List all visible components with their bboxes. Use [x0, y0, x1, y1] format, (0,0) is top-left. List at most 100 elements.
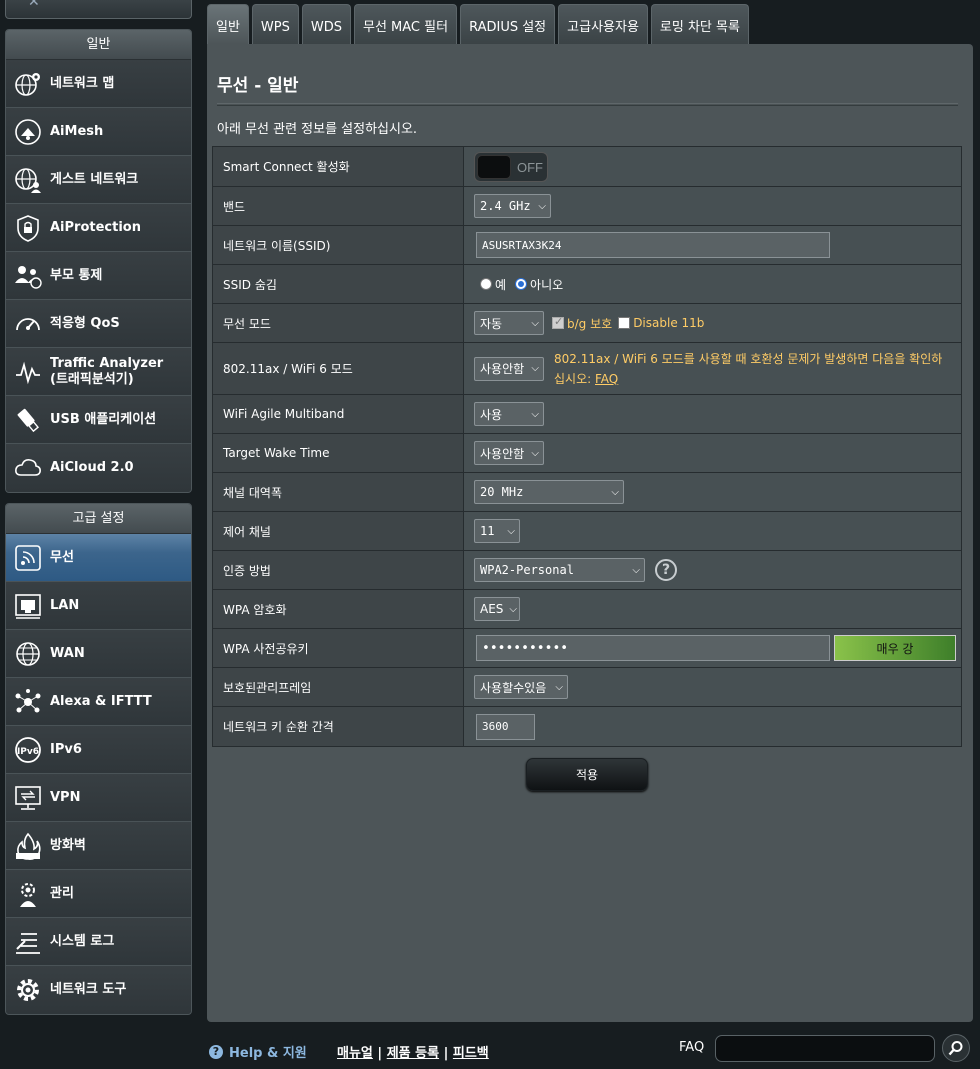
sidebar-item-label: AiProtection [50, 219, 141, 235]
feedback-link[interactable]: 피드백 [453, 1046, 489, 1061]
auth-method-select[interactable]: WPA2-Personal ⌵ [474, 558, 645, 582]
ssid-input[interactable]: ASUSRTAX3K24 [476, 232, 830, 258]
help-icon: ? [209, 1044, 223, 1059]
row-hide-ssid: SSID 숨김 예 아니오 [213, 265, 961, 304]
row-band: 밴드 2.4 GHz ⌵ [213, 187, 961, 226]
sidebar-item-label: USB 애플리케이션 [50, 411, 157, 427]
control-channel-select[interactable]: 11 ⌵ [474, 519, 520, 543]
hide-ssid-yes-radio[interactable] [480, 278, 492, 290]
sidebar-item-vpn[interactable]: VPN [6, 774, 191, 822]
sidebar-item-system-log[interactable]: 시스템 로그 [6, 918, 191, 966]
radio-label-yes: 예 [495, 277, 507, 292]
field-label: 보호된관리프레임 [213, 668, 464, 706]
select-value: 11 [480, 524, 495, 538]
chevron-down-icon: ⌵ [555, 681, 563, 693]
field-label: 제어 채널 [213, 512, 464, 550]
apply-button[interactable]: 적용 [526, 758, 648, 791]
row-bandwidth: 채널 대역폭 20 MHz ⌵ [213, 473, 961, 512]
sidebar-item-guest-network[interactable]: 게스트 네트워크 [6, 156, 191, 204]
help-label: Help & 지원 [229, 1046, 307, 1061]
product-registration-link[interactable]: 제품 등록 [387, 1046, 439, 1061]
sidebar-item-label: 적응형 QoS [50, 315, 120, 331]
twt-select[interactable]: 사용안함 ⌵ [474, 441, 544, 465]
sidebar-item-label: VPN [50, 789, 81, 805]
sidebar-item-adaptive-qos[interactable]: 적응형 QoS [6, 300, 191, 348]
ax-mode-select[interactable]: 사용안함 ⌵ [474, 356, 544, 381]
sidebar-item-network-map[interactable]: 네트워크 맵 [6, 60, 191, 108]
sidebar-item-network-tools[interactable]: 네트워크 도구 [6, 966, 191, 1014]
chevron-down-icon: ⌵ [632, 564, 640, 576]
agile-multiband-select[interactable]: 사용 ⌵ [474, 402, 544, 426]
wireless-mode-select[interactable]: 자동 ⌵ [474, 311, 544, 335]
tab-general[interactable]: 일반 [207, 4, 249, 44]
radio-label-no: 아니오 [530, 277, 564, 292]
vpn-monitor-icon [6, 774, 50, 822]
cloud-icon [6, 444, 50, 492]
sidebar-item-alexa-ifttt[interactable]: Alexa & IFTTT [6, 678, 191, 726]
row-wpa-encryption: WPA 암호화 AES ⌵ [213, 590, 961, 629]
key-rotation-input[interactable]: 3600 [476, 713, 535, 740]
sidebar-item-firewall[interactable]: 방화벽 [6, 822, 191, 870]
sidebar-item-label: 게스트 네트워크 [50, 171, 139, 187]
hide-ssid-no-radio[interactable] [515, 278, 528, 290]
sidebar-item-ipv6[interactable]: IPv6 IPv6 [6, 726, 191, 774]
bandwidth-select[interactable]: 20 MHz ⌵ [474, 480, 624, 504]
guest-globe-icon [6, 156, 50, 204]
footer: ? Help & 지원 매뉴얼 | 제품 등록 | 피드백 FAQ [207, 1030, 973, 1066]
tab-radius[interactable]: RADIUS 설정 [460, 4, 556, 44]
sidebar-item-aicloud[interactable]: AiCloud 2.0 [6, 444, 191, 492]
band-select[interactable]: 2.4 GHz ⌵ [474, 194, 551, 218]
sidebar-item-label: 무선 [50, 549, 74, 565]
tab-professional[interactable]: 고급사용자용 [558, 4, 648, 44]
chevron-down-icon: ⌵ [531, 408, 539, 420]
sidebar-item-aimesh[interactable]: AiMesh [6, 108, 191, 156]
tab-wds[interactable]: WDS [301, 4, 351, 44]
row-control-channel: 제어 채널 11 ⌵ [213, 512, 961, 551]
bg-protection-checkbox[interactable] [552, 315, 564, 329]
row-ssid: 네트워크 이름(SSID) ASUSRTAX3K24 [213, 226, 961, 265]
help-question-icon[interactable]: ? [655, 559, 677, 581]
sidebar-item-aiprotection[interactable]: AiProtection [6, 204, 191, 252]
footer-links: 매뉴얼 | 제품 등록 | 피드백 [337, 1042, 489, 1061]
smart-connect-toggle[interactable]: OFF [474, 151, 548, 182]
sidebar-item-label: AiMesh [50, 123, 104, 139]
sidebar-group-general: 일반 네트워크 맵 AiMesh 게스트 네트워크 AiProtection 부… [5, 29, 192, 493]
help-support-link[interactable]: ? Help & 지원 [209, 1042, 307, 1061]
select-value: 사용할수있음 [480, 680, 547, 695]
sidebar-item-label: Alexa & IFTTT [50, 693, 152, 709]
tab-mac-filter[interactable]: 무선 MAC 필터 [354, 4, 458, 44]
wpa-psk-input[interactable]: ••••••••••• [476, 635, 830, 661]
globe-pin-icon [6, 60, 50, 108]
sidebar-item-label: 관리 [50, 885, 74, 901]
lan-port-icon [6, 582, 50, 630]
faq-link[interactable]: FAQ [595, 372, 618, 386]
disable-11b-checkbox[interactable] [618, 317, 631, 329]
select-value: 사용안함 [480, 362, 525, 376]
sidebar-item-lan[interactable]: LAN [6, 582, 191, 630]
main-panel: 무선 - 일반 아래 무선 관련 정보를 설정하십시오. Smart Conne… [207, 44, 973, 1022]
sidebar-item-usb-application[interactable]: USB 애플리케이션 [6, 396, 191, 444]
manual-link[interactable]: 매뉴얼 [337, 1046, 373, 1061]
sidebar-item-parental-control[interactable]: 부모 통제 [6, 252, 191, 300]
tab-roaming-block-list[interactable]: 로밍 차단 목록 [650, 4, 749, 44]
pmf-select[interactable]: 사용할수있음 ⌵ [474, 675, 568, 699]
sidebar-item-wan[interactable]: WAN [6, 630, 191, 678]
usb-icon [6, 396, 50, 444]
sidebar-item-traffic-analyzer[interactable]: Traffic Analyzer (트래픽분석기) [6, 348, 191, 396]
row-agile-multiband: WiFi Agile Multiband 사용 ⌵ [213, 395, 961, 434]
ax-mode-note: 802.11ax / WiFi 6 모드를 사용할 때 호환성 문제가 발생하면… [554, 349, 942, 389]
select-value: 사용 [480, 407, 503, 422]
family-icon [6, 252, 50, 300]
field-label: 채널 대역폭 [213, 473, 464, 511]
globe-icon [6, 630, 50, 678]
search-button[interactable] [942, 1034, 970, 1062]
sidebar-item-administration[interactable]: 관리 [6, 870, 191, 918]
field-label: 802.11ax / WiFi 6 모드 [213, 343, 464, 394]
tab-wps[interactable]: WPS [251, 4, 299, 44]
field-label: 인증 방법 [213, 551, 464, 589]
wpa-encryption-select[interactable]: AES ⌵ [474, 597, 520, 621]
sidebar-item-wireless[interactable]: 무선 [6, 534, 191, 582]
faq-search-input[interactable] [715, 1035, 935, 1062]
select-value: 자동 [480, 316, 503, 331]
search-icon [948, 1041, 963, 1056]
